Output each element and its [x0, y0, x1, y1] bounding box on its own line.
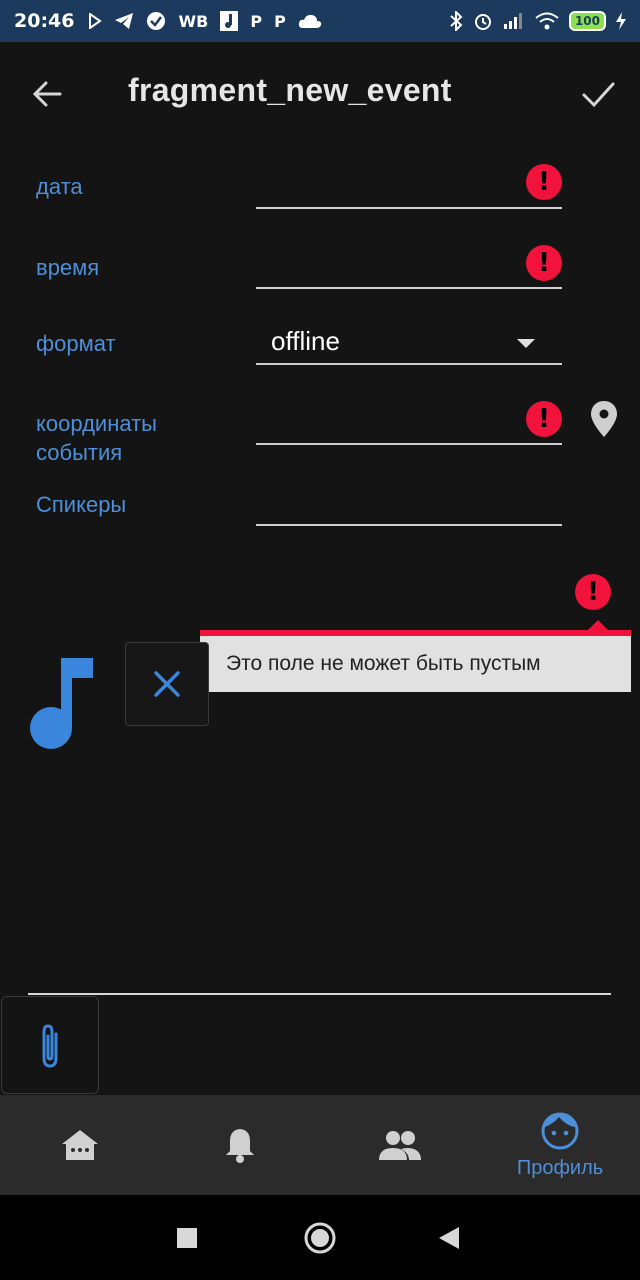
- notification-icons: WB P P: [88, 11, 321, 31]
- p-icon: P: [250, 11, 263, 31]
- nav-item-people[interactable]: [320, 1095, 480, 1195]
- bottom-navigation: Профиль: [0, 1095, 640, 1195]
- error-tooltip: Это поле не может быть пустым: [200, 636, 631, 692]
- date-label: дата: [36, 174, 83, 199]
- nav-label-profile: Профиль: [516, 1157, 604, 1179]
- nav-item-home[interactable]: [0, 1095, 160, 1195]
- coords-error-icon[interactable]: !: [526, 401, 562, 437]
- back-arrow-icon[interactable]: [26, 72, 70, 116]
- p-icon-2: P: [274, 11, 286, 31]
- coords-label-line2: события: [36, 440, 123, 465]
- time-field[interactable]: [256, 287, 562, 289]
- home-icon: [62, 1130, 98, 1160]
- bell-icon: [226, 1129, 254, 1163]
- home-circle-icon[interactable]: [303, 1221, 337, 1255]
- coords-label: координаты события: [36, 409, 157, 467]
- back-triangle-icon[interactable]: [438, 1226, 460, 1250]
- telegram-icon: [115, 13, 134, 29]
- battery-icon: 100: [568, 11, 606, 31]
- status-bar: 20:46 WB P P 100: [0, 0, 640, 42]
- time-error-icon[interactable]: !: [526, 245, 562, 281]
- wifi-icon: [535, 12, 559, 30]
- people-icon: [379, 1131, 421, 1160]
- check-circle-icon: [147, 12, 166, 30]
- cloud-icon: [298, 14, 321, 28]
- confirm-check-icon[interactable]: [576, 72, 620, 116]
- speakers-error-icon[interactable]: !: [575, 574, 611, 610]
- dropdown-arrow-icon: [517, 339, 535, 348]
- attach-file-button[interactable]: [1, 996, 99, 1094]
- time-label: время: [36, 255, 100, 280]
- format-label: формат: [36, 331, 116, 356]
- charging-icon: [616, 12, 626, 30]
- wb-icon: WB: [178, 11, 209, 31]
- paperclip-icon: [42, 1024, 58, 1068]
- location-pin-icon[interactable]: [590, 400, 618, 438]
- format-select-value: offline: [271, 326, 340, 356]
- play-icon: [89, 13, 103, 29]
- system-icons: 100: [449, 11, 626, 31]
- speakers-field[interactable]: [256, 524, 562, 526]
- status-time: 20:46: [14, 10, 75, 32]
- bluetooth-icon: [450, 11, 463, 31]
- coords-field[interactable]: [256, 443, 562, 445]
- tooltip-pointer: [588, 620, 608, 630]
- app-bar: fragment_new_event: [0, 42, 640, 146]
- close-icon: [154, 671, 180, 697]
- nav-item-profile[interactable]: Профиль: [480, 1095, 640, 1195]
- format-field-underline: [256, 363, 562, 365]
- coords-label-line1: координаты: [36, 411, 157, 436]
- remove-attachment-button[interactable]: [125, 642, 209, 726]
- content-divider: [28, 993, 611, 995]
- system-navigation-bar: [0, 1195, 640, 1280]
- recents-square-icon[interactable]: [176, 1227, 198, 1249]
- alarm-icon: [474, 14, 491, 30]
- music-note-icon: [220, 11, 239, 31]
- date-field[interactable]: [256, 207, 562, 209]
- date-error-icon[interactable]: !: [526, 164, 562, 200]
- signal-icon: [503, 13, 522, 29]
- nav-item-notifications[interactable]: [160, 1095, 320, 1195]
- speakers-label: Спикеры: [36, 492, 127, 517]
- music-note-icon: [30, 658, 93, 749]
- page-title: fragment_new_event: [128, 72, 452, 108]
- face-icon: [541, 1112, 579, 1150]
